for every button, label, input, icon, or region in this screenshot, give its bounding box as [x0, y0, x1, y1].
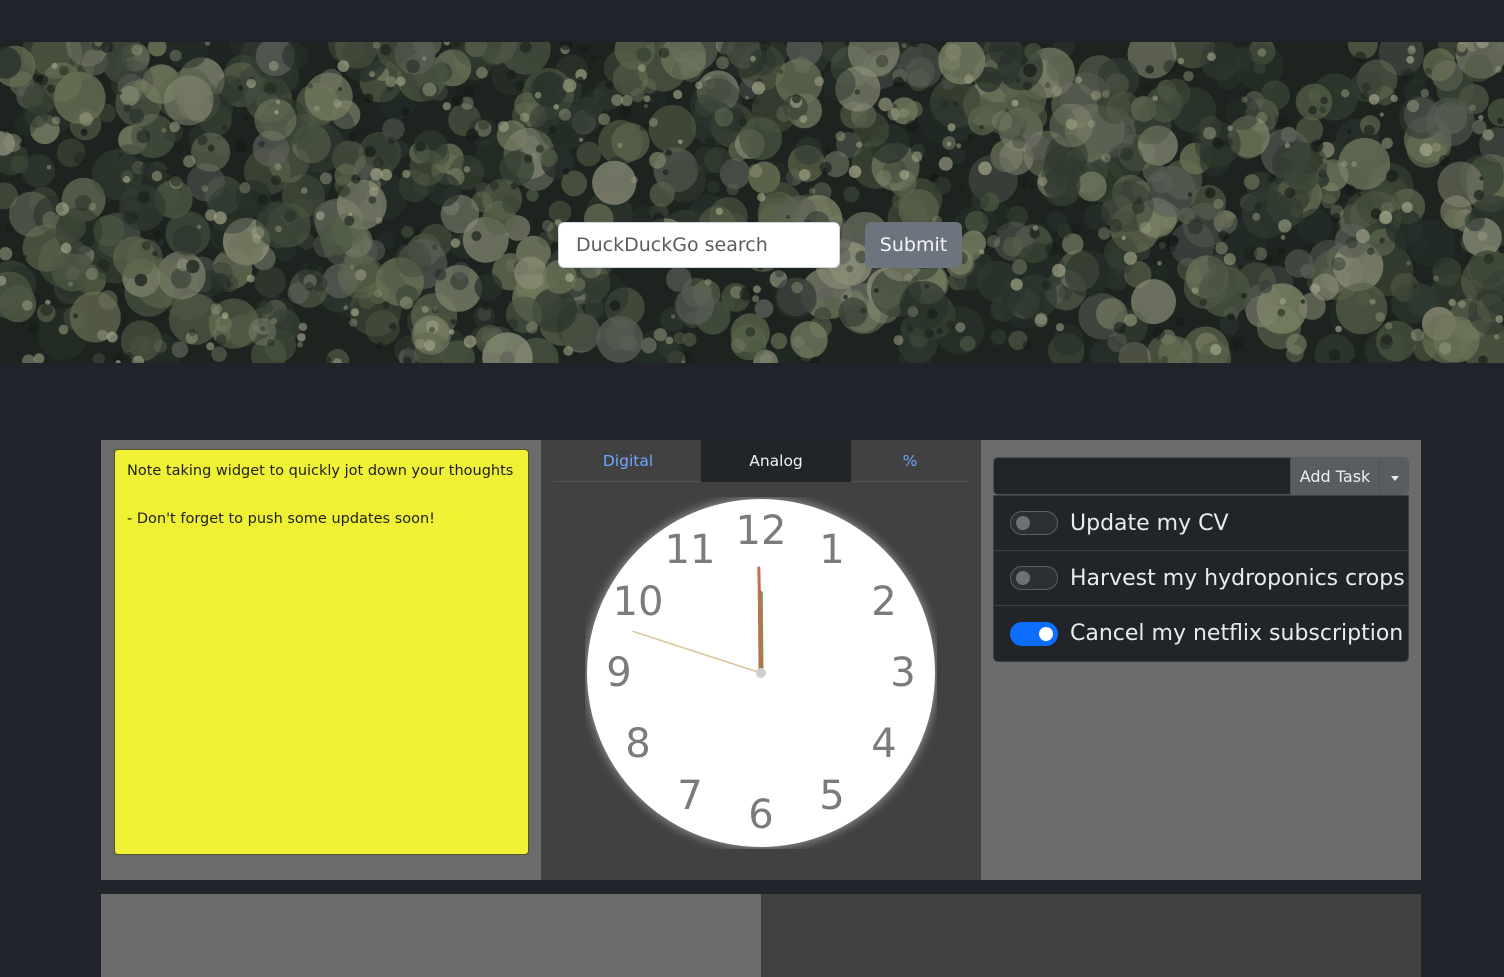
task-label: Cancel my netflix subscription — [1070, 621, 1404, 646]
task-list: Update my CV Harvest my hydroponics crop… — [993, 495, 1409, 662]
submit-button[interactable]: Submit — [865, 222, 962, 268]
task-item: Update my CV — [994, 496, 1408, 551]
note-textarea[interactable]: Note taking widget to quickly jot down y… — [114, 449, 529, 855]
add-task-button[interactable]: Add Task — [1291, 457, 1379, 495]
clock-numeral: 6 — [748, 792, 773, 838]
add-task-dropdown-button[interactable] — [1379, 457, 1409, 495]
task-item: Harvest my hydroponics crops — [994, 551, 1408, 606]
toggle-knob — [1016, 571, 1030, 585]
clock-numeral: 11 — [665, 527, 716, 573]
tab-percent[interactable]: % — [835, 440, 985, 482]
task-label: Harvest my hydroponics crops — [1070, 565, 1405, 591]
task-toggle[interactable] — [1010, 511, 1058, 535]
hero-banner: Submit — [0, 42, 1504, 363]
task-input[interactable] — [993, 457, 1291, 495]
task-label: Update my CV — [1070, 510, 1229, 536]
tab-digital[interactable]: Digital — [553, 440, 703, 482]
clock-numeral: 12 — [736, 508, 787, 554]
clock-numeral: 5 — [819, 773, 844, 819]
todo-widget: Add Task Update my CV Harvest my hydropo… — [981, 440, 1421, 880]
clock-numeral: 1 — [819, 527, 844, 573]
bottom-right-widget — [761, 894, 1421, 977]
clock-numeral: 7 — [677, 773, 702, 819]
clock-numeral: 3 — [890, 650, 915, 696]
clock-numeral: 4 — [871, 721, 896, 767]
clock-numeral: 10 — [613, 579, 664, 625]
task-toggle[interactable] — [1010, 566, 1058, 590]
bottom-left-widget — [101, 894, 761, 977]
task-toggle[interactable] — [1010, 621, 1058, 646]
note-widget: Note taking widget to quickly jot down y… — [101, 440, 541, 880]
toggle-knob — [1039, 626, 1053, 641]
clock-center-pin — [756, 668, 766, 678]
clock-numeral: 9 — [606, 650, 631, 696]
clock-tabs: Digital Analog % — [553, 440, 969, 482]
clock-widget: Digital Analog % 12 1 2 3 4 5 6 7 8 9 10 11 — [541, 440, 981, 880]
forest-background-image — [0, 42, 1504, 363]
clock-numeral: 2 — [871, 579, 896, 625]
chevron-down-icon — [1390, 475, 1399, 481]
search-input[interactable] — [558, 222, 840, 268]
task-input-group: Add Task — [993, 457, 1409, 495]
analog-clock: 12 1 2 3 4 5 6 7 8 9 10 11 — [585, 497, 937, 853]
task-item: Cancel my netflix subscription — [994, 606, 1408, 661]
tab-analog[interactable]: Analog — [701, 440, 851, 482]
clock-numeral: 8 — [625, 721, 650, 767]
toggle-knob — [1016, 516, 1030, 530]
